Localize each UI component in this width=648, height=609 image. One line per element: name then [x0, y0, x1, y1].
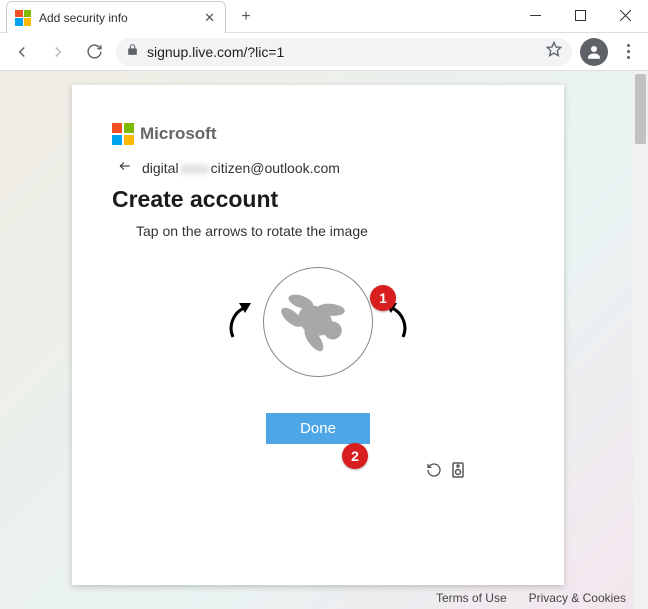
window-minimize-button[interactable] — [513, 0, 558, 30]
page-footer: Terms of Use Privacy & Cookies — [436, 591, 626, 605]
done-button[interactable]: Done — [266, 413, 370, 444]
terms-link[interactable]: Terms of Use — [436, 591, 507, 605]
annotation-marker-2: 2 — [342, 443, 368, 469]
url-text: signup.live.com/?lic=1 — [147, 44, 538, 60]
page-viewport: Microsoft digital xxxx citizen@outlook.c… — [0, 71, 648, 609]
address-bar[interactable]: signup.live.com/?lic=1 — [116, 38, 572, 66]
window-controls — [513, 0, 648, 30]
captcha-reload-button[interactable] — [426, 462, 442, 483]
captcha-aux-controls — [112, 462, 524, 483]
browser-menu-button[interactable] — [616, 44, 640, 59]
brand-text: Microsoft — [140, 124, 217, 144]
privacy-link[interactable]: Privacy & Cookies — [529, 591, 626, 605]
nav-back-button[interactable] — [8, 38, 36, 66]
captcha-audio-button[interactable] — [452, 462, 464, 483]
identity-back-button[interactable] — [118, 159, 132, 176]
vertical-scrollbar[interactable] — [633, 71, 648, 609]
tab-close-icon[interactable]: ✕ — [204, 10, 215, 26]
rotate-left-button[interactable] — [217, 295, 257, 350]
bookmark-star-icon[interactable] — [546, 41, 562, 62]
identity-row: digital xxxx citizen@outlook.com — [112, 159, 524, 176]
microsoft-logo: Microsoft — [112, 123, 524, 145]
microsoft-favicon-icon — [15, 10, 31, 26]
email-prefix: digital — [142, 160, 179, 176]
captcha-area — [112, 267, 524, 377]
profile-avatar-button[interactable] — [580, 38, 608, 66]
new-tab-button[interactable]: + — [232, 3, 260, 31]
tab-title: Add security info — [39, 11, 196, 25]
email-suffix: citizen@outlook.com — [211, 160, 340, 176]
email-redacted: xxxx — [179, 160, 211, 176]
page-heading: Create account — [112, 186, 524, 213]
nav-forward-button — [44, 38, 72, 66]
microsoft-logo-icon — [112, 123, 134, 145]
window-close-button[interactable] — [603, 0, 648, 30]
browser-toolbar: signup.live.com/?lic=1 — [0, 33, 648, 71]
scroll-thumb[interactable] — [635, 74, 646, 144]
captcha-image — [263, 267, 373, 377]
nav-reload-button[interactable] — [80, 38, 108, 66]
annotation-marker-1: 1 — [370, 285, 396, 311]
lock-icon — [126, 43, 139, 61]
window-titlebar: Add security info ✕ + — [0, 0, 648, 33]
window-maximize-button[interactable] — [558, 0, 603, 30]
identity-email: digital xxxx citizen@outlook.com — [142, 160, 340, 176]
signup-card: Microsoft digital xxxx citizen@outlook.c… — [72, 85, 564, 585]
captcha-instruction: Tap on the arrows to rotate the image — [112, 223, 524, 239]
browser-tab[interactable]: Add security info ✕ — [6, 1, 226, 33]
